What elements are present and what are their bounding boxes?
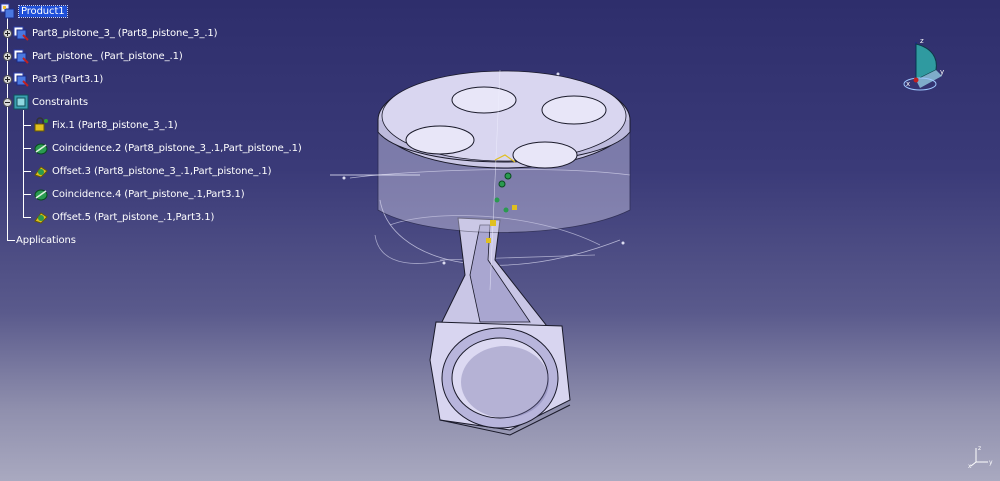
tree-label-coincidence4[interactable]: Coincidence.4 (Part_pistone_.1,Part3.1) xyxy=(52,189,245,200)
tree-label-part3[interactable]: Part3 (Part3.1) xyxy=(32,74,103,85)
tree-node-applications[interactable]: Applications xyxy=(16,231,76,249)
tree-branch-2 xyxy=(23,148,31,149)
tree-node-product1[interactable]: Product1 xyxy=(0,2,68,20)
part-instance-icon xyxy=(13,48,29,64)
collapse-icon[interactable] xyxy=(3,97,12,107)
tree-node-fix1[interactable]: Fix.1 (Part8_pistone_3_.1) xyxy=(33,116,178,134)
compass-x-label: x xyxy=(906,80,910,88)
view-compass[interactable]: z y x xyxy=(898,36,948,94)
tree-label-offset5[interactable]: Offset.5 (Part_pistone_.1,Part3.1) xyxy=(52,212,214,223)
part-instance-icon xyxy=(13,71,29,87)
triad-z-label: z xyxy=(978,445,981,452)
compass-z-label: z xyxy=(920,37,924,45)
tree-branch-4 xyxy=(23,194,31,195)
tree-branch-1 xyxy=(23,125,31,126)
tree-label-offset3[interactable]: Offset.3 (Part8_pistone_3_.1,Part_piston… xyxy=(52,166,272,177)
tree-node-offset5[interactable]: Offset.5 (Part_pistone_.1,Part3.1) xyxy=(33,208,214,226)
expand-icon[interactable] xyxy=(3,28,12,38)
triad-y-label: y xyxy=(989,459,993,466)
tree-label-fix1[interactable]: Fix.1 (Part8_pistone_3_.1) xyxy=(52,120,178,131)
tree-line-constraints xyxy=(23,110,24,217)
coincidence-constraint-icon xyxy=(33,140,49,156)
product-icon xyxy=(0,3,16,19)
tree-node-coincidence2[interactable]: Coincidence.2 (Part8_pistone_3_.1,Part_p… xyxy=(33,139,302,157)
offset-constraint-icon xyxy=(33,209,49,225)
tree-label-coincidence2[interactable]: Coincidence.2 (Part8_pistone_3_.1,Part_p… xyxy=(52,143,302,154)
axis-triad: z y x xyxy=(968,444,996,470)
tree-line-applications xyxy=(7,240,15,241)
tree-branch-3 xyxy=(23,171,31,172)
tree-label-applications[interactable]: Applications xyxy=(16,235,76,246)
compass-y-label: y xyxy=(940,68,944,76)
tree-label-constraints[interactable]: Constraints xyxy=(32,97,88,108)
tree-node-part-pistone[interactable]: Part_pistone_ (Part_pistone_.1) xyxy=(3,47,183,65)
part-instance-icon xyxy=(13,25,29,41)
tree-node-coincidence4[interactable]: Coincidence.4 (Part_pistone_.1,Part3.1) xyxy=(33,185,245,203)
expand-icon[interactable] xyxy=(3,51,12,61)
tree-node-constraints[interactable]: Constraints xyxy=(3,93,88,111)
tree-label-part8-pistone[interactable]: Part8_pistone_3_ (Part8_pistone_3_.1) xyxy=(32,28,218,39)
specification-tree: Product1 Part8_pistone_3_ (Part8_pistone… xyxy=(0,0,302,260)
triad-x-label: x xyxy=(968,463,972,468)
constraints-icon xyxy=(13,94,29,110)
coincidence-constraint-icon xyxy=(33,186,49,202)
tree-node-part8-pistone[interactable]: Part8_pistone_3_ (Part8_pistone_3_.1) xyxy=(3,24,218,42)
offset-constraint-icon xyxy=(33,163,49,179)
fix-constraint-icon xyxy=(33,117,49,133)
tree-node-offset3[interactable]: Offset.3 (Part8_pistone_3_.1,Part_piston… xyxy=(33,162,272,180)
tree-branch-5 xyxy=(23,217,31,218)
expand-icon[interactable] xyxy=(3,74,12,84)
assembly-3d-model[interactable] xyxy=(330,60,660,460)
tree-label-part-pistone[interactable]: Part_pistone_ (Part_pistone_.1) xyxy=(32,51,183,62)
tree-label-product1[interactable]: Product1 xyxy=(18,4,68,18)
tree-node-part3[interactable]: Part3 (Part3.1) xyxy=(3,70,103,88)
